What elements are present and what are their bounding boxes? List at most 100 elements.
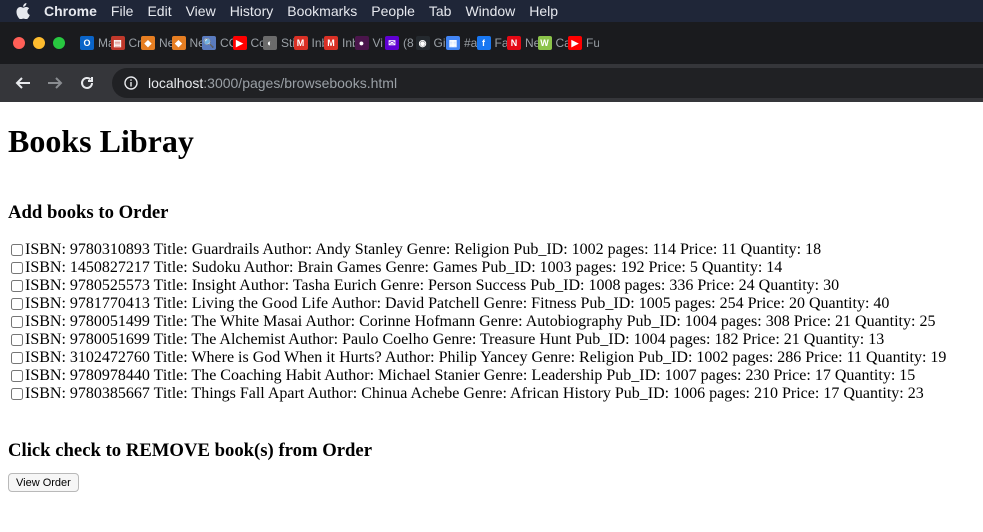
book-checkbox[interactable]: [11, 316, 23, 328]
book-checkbox[interactable]: [11, 280, 23, 292]
menu-people[interactable]: People: [371, 3, 415, 19]
menu-edit[interactable]: Edit: [147, 3, 171, 19]
book-checkbox[interactable]: [11, 298, 23, 310]
info-icon[interactable]: [124, 76, 138, 90]
book-row: ISBN: 9780051699 Title: The Alchemist Au…: [8, 331, 975, 349]
tab-label: Fa: [494, 36, 508, 50]
tab-label: Inb: [311, 36, 325, 50]
browser-tab[interactable]: 🔍 CC: [202, 28, 233, 58]
yahoo-mail-icon: ✉: [385, 36, 399, 50]
tab-label: Fu: [586, 36, 599, 50]
menu-help[interactable]: Help: [529, 3, 558, 19]
tab-label: Cc: [250, 36, 264, 50]
back-arrow-icon: [15, 77, 30, 89]
orange-hexagon-icon: ◆: [141, 36, 155, 50]
tab-label: Ne: [189, 36, 203, 50]
calendar-icon: ▦: [446, 36, 460, 50]
browser-tab[interactable]: ▶ Fu: [568, 28, 599, 58]
minimize-window-button[interactable]: [33, 37, 45, 49]
apple-logo-icon[interactable]: [14, 2, 32, 20]
address-bar[interactable]: localhost:3000/pages/browsebooks.html: [112, 68, 983, 98]
book-row: ISBN: 9780385667 Title: Things Fall Apar…: [8, 385, 975, 403]
book-checkbox[interactable]: [11, 334, 23, 346]
book-details: ISBN: 9780051699 Title: The Alchemist Au…: [25, 331, 885, 348]
globe-icon: ◐: [263, 36, 277, 50]
book-details: ISBN: 9780385667 Title: Things Fall Apar…: [25, 385, 924, 402]
tab-label: Ne: [525, 36, 538, 50]
book-row: ISBN: 9781770413 Title: Living the Good …: [8, 295, 975, 313]
book-row: ISBN: 1450827217 Title: Sudoku Author: B…: [8, 259, 975, 277]
url-host: localhost: [148, 75, 204, 91]
browser-tab[interactable]: ▦ #a: [446, 28, 477, 58]
browser-tab[interactable]: ✉ (8: [385, 28, 416, 58]
browser-tab[interactable]: ◆ Ne: [171, 28, 203, 58]
book-row: ISBN: 9780525573 Title: Insight Author: …: [8, 277, 975, 295]
browser-tab[interactable]: ◆ Ne: [141, 28, 172, 58]
tab-label: Inb: [342, 36, 355, 50]
view-order-button[interactable]: View Order: [8, 473, 79, 492]
orange-hexagon-icon: ◆: [171, 36, 186, 50]
menu-file[interactable]: File: [111, 3, 134, 19]
browser-tab[interactable]: ▤ Cr: [110, 28, 141, 58]
menu-tab[interactable]: Tab: [429, 3, 452, 19]
add-books-heading: Add books to Order: [8, 202, 169, 223]
youtube-icon: ▶: [232, 36, 247, 50]
page-title: Books Libray: [8, 123, 194, 159]
browser-tab[interactable]: ▶ Cc: [232, 28, 264, 58]
reload-button[interactable]: [74, 70, 100, 96]
book-details: ISBN: 3102472760 Title: Where is God Whe…: [25, 349, 947, 366]
back-button[interactable]: [10, 70, 36, 96]
zoom-window-button[interactable]: [53, 37, 65, 49]
remove-books-heading: Click check to REMOVE book(s) from Order: [8, 440, 373, 461]
github-icon: ◉: [415, 36, 430, 50]
reload-icon: [81, 76, 93, 89]
book-checkbox[interactable]: [11, 352, 23, 364]
tab-strip: OMa▤Cr◆Ne◆Ne🔍CC▶Cc◐StiMInbMInb●Vi✉(8◉Gi▦…: [0, 22, 983, 64]
outlook-icon: O: [80, 36, 94, 50]
forward-button[interactable]: [42, 70, 68, 96]
tab-label: Gi: [433, 36, 446, 50]
browser-tab[interactable]: MInb: [324, 28, 355, 58]
window-controls: [0, 37, 80, 49]
browser-tab[interactable]: ◉ Gi: [415, 28, 447, 58]
browser-tab[interactable]: O Ma: [80, 28, 111, 58]
menu-bookmarks[interactable]: Bookmarks: [287, 3, 357, 19]
book-row: ISBN: 9780051499 Title: The White Masai …: [8, 313, 975, 331]
url-path: :3000/pages/browsebooks.html: [203, 75, 398, 91]
browser-tab[interactable]: ● Vi: [354, 28, 386, 58]
gmail-icon: M: [293, 36, 308, 50]
browser-tab[interactable]: f Fa: [476, 28, 508, 58]
book-details: ISBN: 9780310893 Title: Guardrails Autho…: [25, 241, 822, 258]
tabs-list: OMa▤Cr◆Ne◆Ne🔍CC▶Cc◐StiMInbMInb●Vi✉(8◉Gi▦…: [80, 28, 599, 58]
browser-tab[interactable]: W Ca: [537, 28, 569, 58]
book-details: ISBN: 9780051499 Title: The White Masai …: [25, 313, 936, 330]
tab-label: Vi: [372, 36, 383, 50]
menu-window[interactable]: Window: [465, 3, 515, 19]
book-checkbox[interactable]: [11, 244, 23, 256]
magnifier-icon: 🔍: [202, 36, 216, 50]
browser-tab[interactable]: ◐ Sti: [263, 28, 294, 58]
youtube-icon: ▶: [568, 36, 582, 50]
book-checkbox[interactable]: [11, 262, 23, 274]
tab-label: (8: [403, 36, 414, 50]
purple-drop-icon: ●: [354, 36, 369, 50]
macos-menu-bar: Chrome File Edit View History Bookmarks …: [0, 0, 983, 22]
menu-app-name[interactable]: Chrome: [44, 3, 97, 19]
book-row: ISBN: 3102472760 Title: Where is God Whe…: [8, 349, 975, 367]
tab-label: Ne: [159, 36, 172, 50]
menu-history[interactable]: History: [230, 3, 274, 19]
tab-label: CC: [220, 36, 233, 50]
page-content: Books Libray Add books to Order ISBN: 97…: [0, 123, 983, 492]
book-checkbox[interactable]: [11, 370, 23, 382]
book-details: ISBN: 9780525573 Title: Insight Author: …: [25, 277, 840, 294]
books-list: ISBN: 9780310893 Title: Guardrails Autho…: [8, 241, 975, 403]
menu-view[interactable]: View: [186, 3, 216, 19]
close-window-button[interactable]: [13, 37, 25, 49]
book-details: ISBN: 9780978440 Title: The Coaching Hab…: [25, 367, 916, 384]
browser-tab[interactable]: N Ne: [507, 28, 538, 58]
book-checkbox[interactable]: [11, 388, 23, 400]
tab-label: Ca: [555, 36, 569, 50]
browser-toolbar: localhost:3000/pages/browsebooks.html: [0, 64, 983, 102]
browser-tab[interactable]: MInb: [293, 28, 325, 58]
book-details: ISBN: 1450827217 Title: Sudoku Author: B…: [25, 259, 783, 276]
